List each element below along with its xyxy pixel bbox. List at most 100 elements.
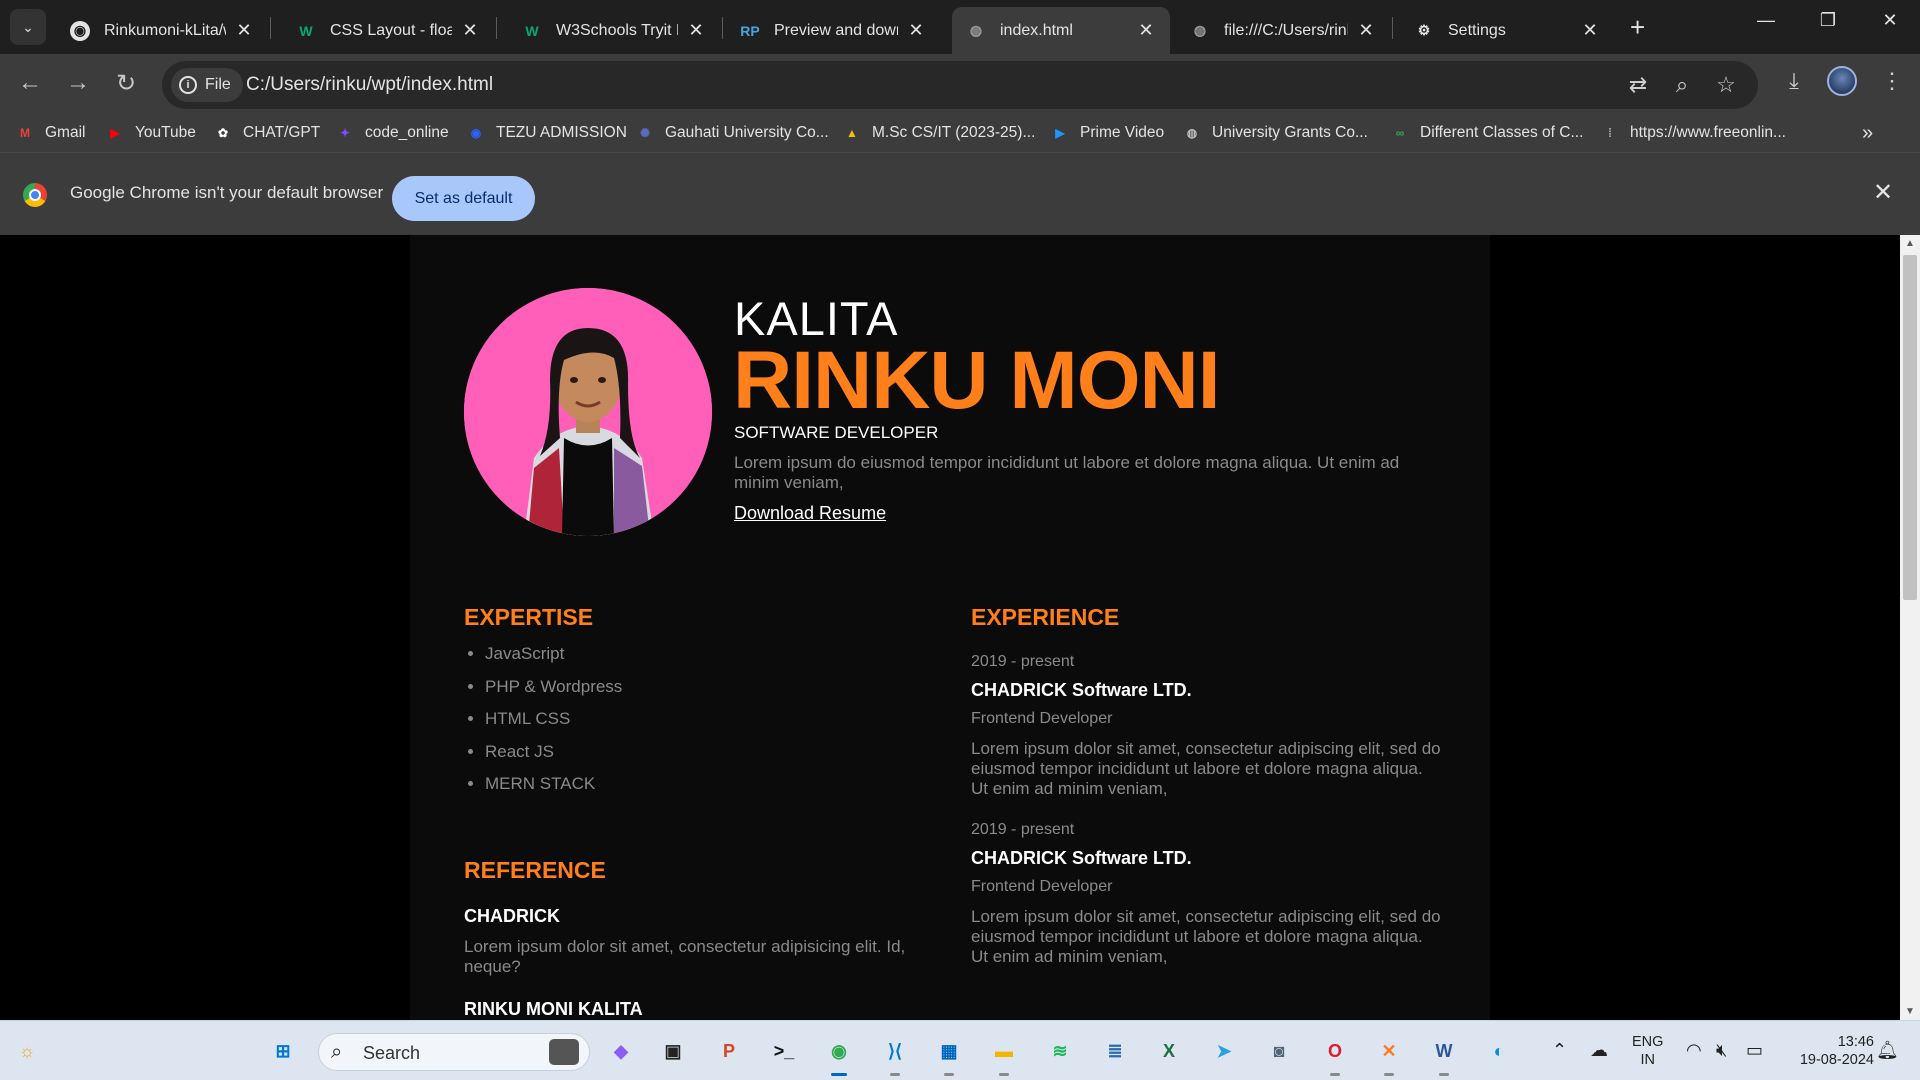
browser-tab[interactable]: RP Preview and downlo ✕: [726, 7, 940, 54]
bookmark-favicon-icon: ▶: [110, 126, 120, 140]
reference-name: CHADRICK: [464, 906, 560, 926]
page-scrollbar[interactable]: ▲ ▼: [1900, 235, 1920, 1020]
experience-heading: EXPERIENCE: [971, 604, 1120, 630]
wifi-icon[interactable]: ◠: [1686, 1040, 1702, 1061]
more-bookmarks-icon[interactable]: »: [1862, 122, 1873, 145]
bookmark-item[interactable]: ✿ CHAT/GPT: [213, 123, 320, 143]
experience-date: 2019 - present: [971, 653, 1075, 670]
word-icon[interactable]: W: [1427, 1034, 1461, 1076]
clock[interactable]: 13:46 19-08-2024: [1784, 1033, 1874, 1069]
back-button[interactable]: ←: [14, 69, 46, 97]
url-text[interactable]: C:/Users/rinku/wpt/index.html: [246, 74, 493, 96]
bookmark-favicon-icon: ∞: [1395, 126, 1405, 140]
github-icon: ◉: [70, 20, 90, 41]
bookmark-item[interactable]: ✺ Gauhati University Co...: [635, 123, 829, 143]
bookmark-item[interactable]: ⁞ https://www.freeonlin...: [1600, 123, 1786, 143]
forward-button[interactable]: →: [62, 69, 94, 97]
notification-bell-icon[interactable]: 🔔︎: [1876, 1040, 1899, 1061]
experience-description: Lorem ipsum dolor sit amet, consectetur …: [971, 907, 1441, 966]
close-tab-icon[interactable]: ✕: [1580, 20, 1600, 41]
tab-search-dropdown[interactable]: ⌄: [10, 9, 46, 45]
opera-icon[interactable]: O: [1318, 1034, 1352, 1076]
bookmark-item[interactable]: ▲ M.Sc CS/IT (2023-25)...: [842, 123, 1035, 143]
store-icon[interactable]: ▦: [932, 1034, 966, 1076]
translate-icon[interactable]: ⇄: [1624, 72, 1652, 98]
new-tab-button[interactable]: +: [1630, 12, 1645, 43]
browser-tab[interactable]: ◍ file:///C:/Users/rink ✕: [1176, 7, 1390, 54]
excel-icon[interactable]: X: [1152, 1034, 1186, 1068]
bookmark-favicon-icon: ✿: [217, 126, 229, 140]
browser-tab[interactable]: W CSS Layout - float a ✕: [282, 7, 494, 54]
taskbar-search[interactable]: ⌕ Search: [318, 1033, 590, 1071]
bookmark-item[interactable]: ▶ YouTube: [105, 123, 196, 143]
windows-taskbar: ☼ ⊞ ⌕ Search ◆ ▣ P >_ ◉ ⟩⟨ ▦ ▬ ≋ ≣ X ➤ ◙ O ✕ W ◐ ⌃ ☁ ENG …: [0, 1020, 1920, 1080]
last-name: RINKU MONI: [733, 335, 1221, 426]
menu-kebab-icon[interactable]: ⋮: [1876, 68, 1908, 94]
powerpoint-icon[interactable]: P: [712, 1034, 746, 1068]
xampp-icon[interactable]: ✕: [1372, 1034, 1406, 1076]
address-bar[interactable]: i File C:/Users/rinku/wpt/index.html ⇄ ⌕…: [162, 61, 1758, 109]
scroll-up-icon[interactable]: ▲: [1905, 238, 1915, 249]
bookmark-item[interactable]: ◉ TEZU ADMISSION: [466, 123, 627, 143]
bookmark-favicon-icon: ⁞: [1608, 126, 1612, 140]
tab-title: Preview and downlo: [774, 21, 898, 39]
tab-separator: [722, 17, 723, 39]
chrome-logo-icon: [23, 183, 47, 207]
bookmark-item[interactable]: ▶ Prime Video: [1050, 123, 1164, 143]
bookmark-item[interactable]: M Gmail: [15, 123, 85, 143]
task-view-icon[interactable]: ▣: [656, 1034, 690, 1068]
experience-company: CHADRICK Software LTD.: [971, 680, 1192, 700]
close-window-button[interactable]: ✕: [1870, 10, 1910, 31]
bookmark-item[interactable]: ✦ code_online: [335, 123, 449, 143]
browser-tab[interactable]: ◍ index.html ✕: [952, 7, 1170, 54]
language-indicator[interactable]: ENG IN: [1632, 1033, 1663, 1069]
bookmark-star-icon[interactable]: ☆: [1712, 72, 1740, 98]
battery-icon[interactable]: ▭: [1746, 1040, 1763, 1061]
close-tab-icon[interactable]: ✕: [906, 20, 926, 41]
bookmark-favicon-icon: ▶: [1055, 126, 1065, 140]
show-hidden-icons-icon[interactable]: ⌃: [1552, 1040, 1567, 1061]
bookmark-favicon-icon: ✦: [339, 126, 351, 140]
close-tab-icon[interactable]: ✕: [460, 20, 480, 41]
bookmark-item[interactable]: ◍ University Grants Co...: [1182, 123, 1368, 143]
scroll-down-icon[interactable]: ▼: [1905, 1006, 1915, 1017]
close-tab-icon[interactable]: ✕: [686, 20, 706, 41]
browser-tab[interactable]: ⚙ Settings ✕: [1400, 7, 1614, 54]
notepad-icon[interactable]: ≣: [1098, 1034, 1132, 1068]
spotify-icon[interactable]: ≋: [1043, 1034, 1077, 1068]
browser-tab[interactable]: ◉ Rinkumoni-kLita/wp ✕: [56, 7, 268, 54]
skill-item: React JS: [485, 742, 622, 775]
restore-button[interactable]: ❐: [1808, 10, 1848, 31]
bookmark-item[interactable]: ∞ Different Classes of C...: [1390, 123, 1584, 143]
widgets-icon[interactable]: ☼: [10, 1034, 44, 1068]
tab-title: file:///C:/Users/rink: [1224, 21, 1348, 39]
close-tab-icon[interactable]: ✕: [1136, 20, 1156, 41]
zoom-icon[interactable]: ⌕: [1668, 72, 1696, 98]
reload-button[interactable]: ↻: [110, 69, 142, 98]
close-icon[interactable]: ✕: [1873, 178, 1893, 207]
telegram-icon[interactable]: ➤: [1207, 1034, 1241, 1068]
close-tab-icon[interactable]: ✕: [234, 20, 254, 41]
scrollbar-thumb[interactable]: [1903, 255, 1917, 600]
taskbar-search-label: Search: [363, 1043, 421, 1063]
download-resume-link[interactable]: Download Resume: [734, 503, 886, 524]
camera-icon[interactable]: ◙: [1262, 1034, 1296, 1068]
vscode-icon[interactable]: ⟩⟨: [878, 1034, 912, 1076]
profile-avatar[interactable]: [1827, 66, 1857, 96]
close-tab-icon[interactable]: ✕: [1356, 20, 1376, 41]
chrome-icon[interactable]: ◉: [822, 1034, 856, 1076]
start-icon[interactable]: ⊞: [266, 1034, 300, 1068]
speaker-muted-icon[interactable]: 🔇︎: [1716, 1040, 1727, 1061]
browser-tab[interactable]: W W3Schools Tryit Edi ✕: [508, 7, 720, 54]
onedrive-icon[interactable]: ☁: [1590, 1040, 1608, 1061]
file-explorer-icon[interactable]: ▬: [987, 1034, 1021, 1076]
bookmark-label: Gmail: [45, 124, 86, 141]
terminal-icon[interactable]: >_: [767, 1034, 801, 1068]
set-default-button[interactable]: Set as default: [392, 176, 535, 221]
edge-icon[interactable]: ◐: [1482, 1034, 1516, 1068]
site-info-chip[interactable]: i File: [171, 68, 243, 102]
download-icon[interactable]: ⤓: [1778, 68, 1810, 94]
language-code: ENG: [1632, 1034, 1664, 1050]
copilot-icon[interactable]: ◆: [604, 1034, 638, 1068]
minimize-button[interactable]: —: [1746, 10, 1786, 31]
